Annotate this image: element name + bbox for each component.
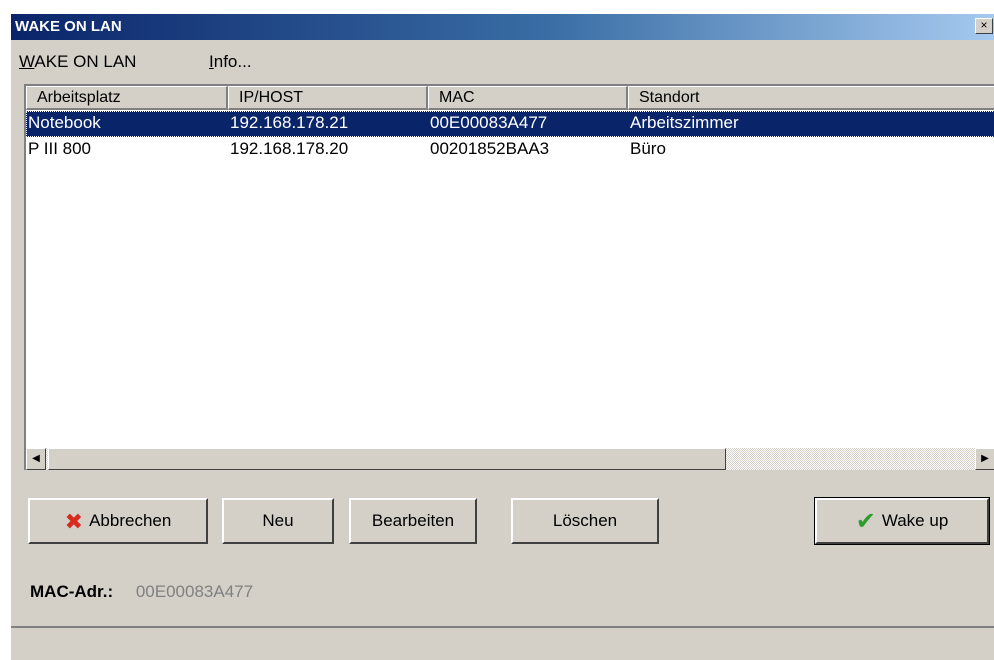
table-row-p-iii-800[interactable]: P III 800 192.168.178.20 00201852BAA3 Bü… — [26, 137, 994, 163]
arrow-left-icon: ◀ — [32, 453, 40, 464]
close-button[interactable]: × — [975, 18, 993, 34]
cell-mac: 00201852BAA3 — [430, 139, 550, 158]
mac-address-label: MAC-Adr.: — [30, 582, 114, 601]
title-bar: WAKE ON LAN × — [11, 14, 994, 40]
cell-arbeitsplatz: Notebook — [28, 113, 101, 132]
cell-ip-host: 192.168.178.20 — [230, 139, 349, 158]
delete-button[interactable]: Löschen — [511, 498, 659, 544]
wake-up-button[interactable]: ✔ Wake up — [814, 497, 990, 545]
arrow-right-icon: ▶ — [981, 453, 989, 464]
x-icon: ✖ — [64, 508, 84, 534]
wake-up-button-label: Wake up — [881, 511, 949, 530]
menu-wake-on-lan[interactable]: WAKE ON LAN — [19, 52, 136, 72]
list-header: Arbeitsplatz IP/HOST MAC Standort — [26, 86, 994, 110]
cell-ip-host: 192.168.178.21 — [230, 113, 349, 132]
scroll-left-button[interactable]: ◀ — [26, 448, 46, 470]
edit-button[interactable]: Bearbeiten — [349, 498, 477, 544]
edit-button-label: Bearbeiten — [371, 511, 455, 530]
new-button-label: Neu — [262, 511, 294, 530]
horizontal-scrollbar[interactable]: ◀ ▶ — [26, 448, 994, 470]
cell-standort: Arbeitszimmer — [630, 113, 739, 132]
mac-address-row: MAC-Adr.: 00E00083A477 — [30, 582, 253, 602]
workstation-list[interactable]: Arbeitsplatz IP/HOST MAC Standort Notebo… — [24, 84, 994, 470]
column-header-mac[interactable]: MAC — [428, 86, 628, 110]
cell-mac: 00E00083A477 — [430, 113, 548, 132]
status-bar — [11, 626, 994, 660]
column-header-arbeitsplatz[interactable]: Arbeitsplatz — [26, 86, 228, 110]
scroll-thumb[interactable] — [48, 448, 726, 470]
scroll-right-button[interactable]: ▶ — [975, 448, 994, 470]
checkmark-icon: ✔ — [855, 507, 876, 535]
cancel-button-label: Abbrechen — [89, 511, 172, 530]
menu-bar: WAKE ON LAN Info... — [11, 44, 994, 74]
column-header-standort[interactable]: Standort — [628, 86, 994, 110]
close-icon: × — [980, 18, 988, 32]
cell-arbeitsplatz: P III 800 — [28, 139, 92, 158]
menu-info[interactable]: Info... — [209, 52, 252, 72]
column-header-ip-host[interactable]: IP/HOST — [228, 86, 428, 110]
window-title: WAKE ON LAN — [15, 18, 122, 35]
cancel-button[interactable]: ✖ Abbrechen — [28, 498, 208, 544]
main-window: WAKE ON LAN × WAKE ON LAN Info... Arbeit… — [10, 14, 994, 660]
new-button[interactable]: Neu — [222, 498, 334, 544]
delete-button-label: Löschen — [552, 511, 618, 530]
table-row-notebook[interactable]: Notebook 192.168.178.21 00E00083A477 Arb… — [26, 111, 994, 137]
mac-address-value: 00E00083A477 — [135, 582, 254, 601]
cell-standort: Büro — [630, 139, 666, 158]
